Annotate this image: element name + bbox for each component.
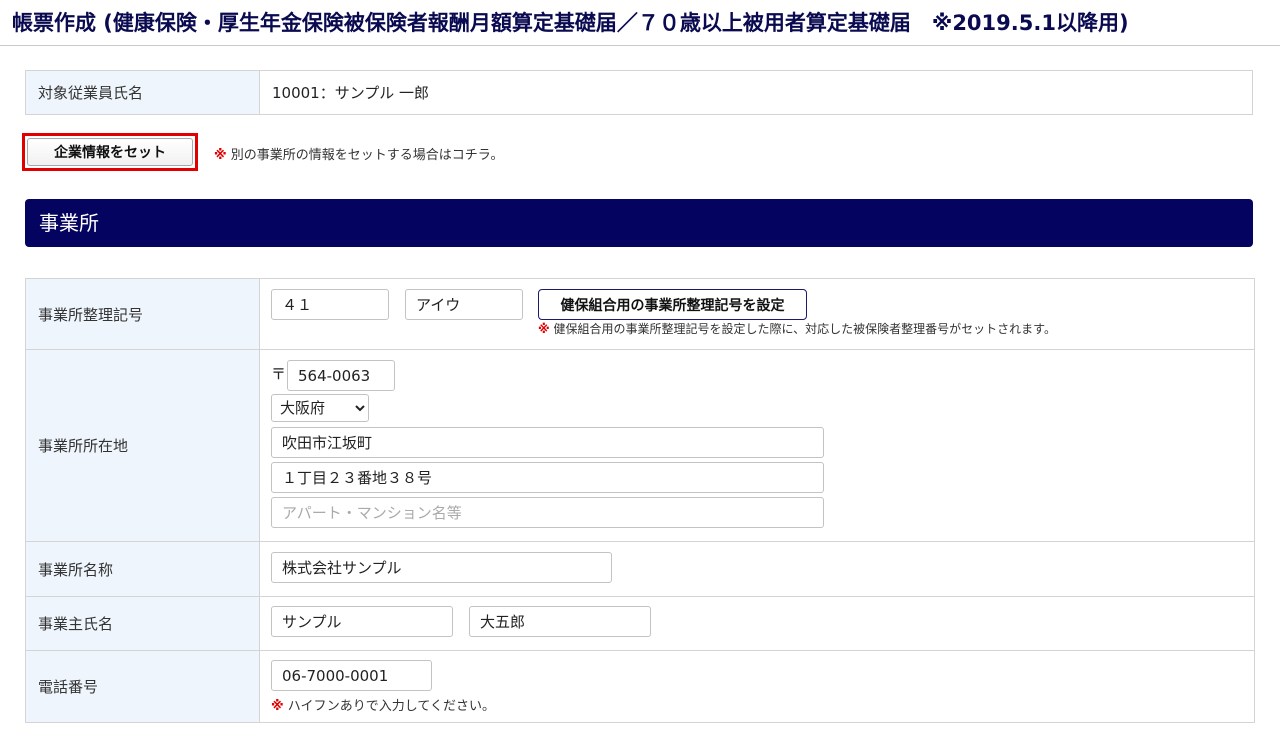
set-company-note-text: 別の事業所の情報をセットする場合はコチラ。 xyxy=(230,148,504,163)
row-office-name: 事業所名称 xyxy=(25,541,1255,597)
office-code-note: ※ 健保組合用の事業所整理記号を設定した際に、対応した被保険者整理番号がセットさ… xyxy=(538,320,1056,337)
page-title: 帳票作成 (健康保険・厚生年金保険被保険者報酬月額算定基礎届／７０歳以上被用者算… xyxy=(0,0,1280,46)
office-form-table: 事業所整理記号 健保組合用の事業所整理記号を設定 ※ 健保組合用の事業所整理記号… xyxy=(25,278,1255,723)
phone-cell: ※ ハイフンありで入力してください。 xyxy=(260,651,1255,723)
postal-mark: 〒 xyxy=(271,365,287,383)
office-name-input[interactable] xyxy=(271,552,612,583)
owner-last-name-input[interactable] xyxy=(271,606,453,637)
office-address-label: 事業所所在地 xyxy=(25,349,260,542)
row-owner-name: 事業主氏名 xyxy=(25,596,1255,651)
office-name-label: 事業所名称 xyxy=(25,541,260,597)
phone-note-text: ハイフンありで入力してください。 xyxy=(287,699,496,714)
prefecture-select[interactable]: 大阪府 xyxy=(271,394,369,422)
office-code-note-text: 健保組合用の事業所整理記号を設定した際に、対応した被保険者整理番号がセットされま… xyxy=(553,322,1056,336)
office-code-cell: 健保組合用の事業所整理記号を設定 ※ 健保組合用の事業所整理記号を設定した際に、… xyxy=(260,279,1255,350)
set-company-info-button[interactable]: 企業情報をセット xyxy=(27,138,193,166)
set-company-button-highlight: 企業情報をセット xyxy=(22,133,198,171)
note-mark: ※ xyxy=(538,322,550,336)
phone-note: ※ ハイフンありで入力してください。 xyxy=(271,695,495,714)
phone-label: 電話番号 xyxy=(25,650,260,723)
owner-name-label: 事業主氏名 xyxy=(25,596,260,651)
set-company-note: ※ 別の事業所の情報をセットする場合はコチラ。 xyxy=(214,144,504,163)
employee-value: 10001：サンプル 一郎 xyxy=(272,84,430,102)
postal-code-input[interactable] xyxy=(287,360,395,391)
employee-label: 対象従業員氏名 xyxy=(26,71,260,114)
office-code-input-1[interactable] xyxy=(271,289,389,320)
set-kenpo-code-button[interactable]: 健保組合用の事業所整理記号を設定 xyxy=(538,289,807,320)
owner-name-cell xyxy=(260,597,1255,651)
employee-row: 対象従業員氏名 10001：サンプル 一郎 xyxy=(25,70,1253,115)
owner-first-name-input[interactable] xyxy=(469,606,651,637)
building-input[interactable] xyxy=(271,497,824,528)
city-input[interactable] xyxy=(271,427,824,458)
row-office-address: 事業所所在地 〒 大阪府 xyxy=(25,349,1255,542)
street-input[interactable] xyxy=(271,462,824,493)
office-code-label: 事業所整理記号 xyxy=(25,278,260,350)
phone-input[interactable] xyxy=(271,660,432,691)
office-code-input-2[interactable] xyxy=(405,289,523,320)
section-header-office: 事業所 xyxy=(25,199,1253,247)
row-office-code: 事業所整理記号 健保組合用の事業所整理記号を設定 ※ 健保組合用の事業所整理記号… xyxy=(25,278,1255,350)
note-mark: ※ xyxy=(214,148,227,163)
office-address-cell: 〒 大阪府 xyxy=(260,350,1255,542)
row-phone: 電話番号 ※ ハイフンありで入力してください。 xyxy=(25,650,1255,723)
note-mark: ※ xyxy=(271,699,284,714)
office-name-cell xyxy=(260,542,1255,597)
